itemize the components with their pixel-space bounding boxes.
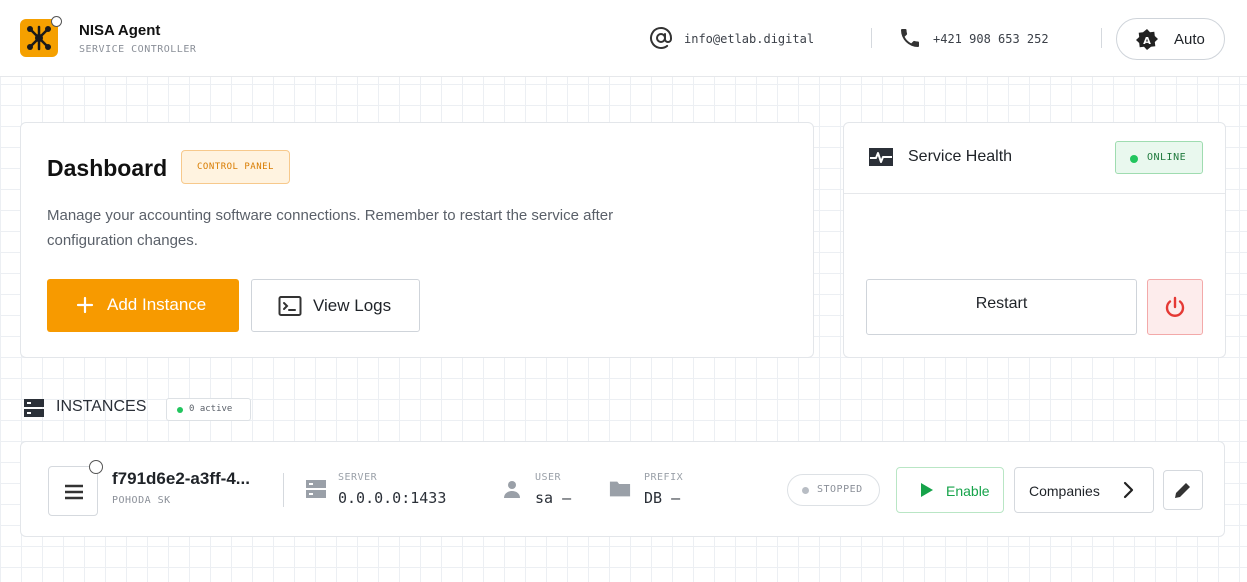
folder-icon [609, 481, 631, 497]
user-value: sa — [535, 489, 572, 507]
active-count-label: 0 active [189, 404, 233, 414]
online-status-label: ONLINE [1147, 152, 1187, 163]
dashboard-card: Dashboard CONTROL PANEL Manage your acco… [20, 122, 814, 358]
terminal-icon [278, 296, 302, 316]
row-divider [283, 473, 284, 507]
stopped-dot-icon [802, 487, 809, 494]
contact-email-link[interactable]: info@etlab.digital [684, 32, 814, 46]
play-icon [921, 483, 933, 497]
power-button[interactable] [1147, 279, 1203, 335]
instance-status-ring-icon [89, 460, 103, 474]
enable-label: Enable [946, 483, 990, 499]
instance-status-badge: STOPPED [787, 474, 880, 506]
instances-heading: INSTANCES [56, 398, 147, 415]
user-icon [504, 481, 520, 498]
prefix-value: DB — [644, 489, 681, 507]
server-label: SERVER [338, 472, 378, 483]
server-stack-icon [24, 399, 44, 417]
page-title: Dashboard [47, 155, 168, 181]
online-dot-icon [1130, 155, 1138, 163]
brand-name: NISA Agent [79, 22, 161, 39]
pencil-icon [1175, 481, 1192, 498]
theme-label: Auto [1174, 31, 1205, 48]
brand-subtitle: SERVICE CONTROLLER [79, 44, 197, 55]
active-count-badge: 0 active [166, 398, 251, 421]
server-icon [306, 480, 326, 498]
chevron-right-icon [1123, 481, 1134, 499]
app-header: NISA Agent SERVICE CONTROLLER info@etlab… [0, 0, 1247, 77]
instance-row: f791d6e2-a3ff-4... POHODA SK SERVER 0.0.… [20, 441, 1225, 537]
plus-icon [76, 296, 94, 314]
active-dot-icon [177, 407, 183, 413]
view-logs-label: View Logs [313, 296, 392, 315]
online-status-badge: ONLINE [1115, 141, 1203, 174]
header-divider [1101, 28, 1102, 48]
restart-button[interactable]: Restart [866, 279, 1137, 335]
at-sign-icon [650, 26, 672, 49]
enable-button[interactable]: Enable [896, 467, 1004, 513]
power-icon [1165, 296, 1185, 317]
dashboard-description: Manage your accounting software connecti… [47, 207, 614, 249]
instance-software: POHODA SK [112, 495, 171, 506]
instance-id: f791d6e2-a3ff-4... [112, 469, 250, 488]
restart-label: Restart [975, 295, 1028, 312]
instance-menu-button[interactable] [48, 466, 98, 516]
service-health-title: Service Health [908, 148, 1013, 165]
service-health-card: Service Health ONLINE Restart [843, 122, 1226, 358]
svg-text:A: A [1143, 36, 1151, 47]
status-ring-icon [51, 16, 62, 27]
companies-label: Companies [1029, 483, 1100, 499]
companies-button[interactable]: Companies [1014, 467, 1154, 513]
theme-toggle-button[interactable]: A Auto [1116, 18, 1225, 60]
phone-icon [901, 29, 919, 47]
instance-status-label: STOPPED [817, 484, 863, 495]
prefix-label: PREFIX [644, 472, 684, 483]
control-panel-badge: CONTROL PANEL [181, 150, 290, 184]
heartbeat-monitor-icon [869, 148, 893, 166]
service-health-header: Service Health ONLINE [844, 123, 1225, 194]
add-instance-label: Add Instance [107, 295, 207, 314]
header-divider [871, 28, 872, 48]
theme-auto-icon: A [1136, 29, 1158, 50]
view-logs-button[interactable]: View Logs [251, 279, 420, 332]
contact-phone-link[interactable]: +421 908 653 252 [933, 32, 1049, 46]
add-instance-button[interactable]: Add Instance [47, 279, 239, 332]
menu-icon [65, 484, 83, 500]
server-value: 0.0.0.0:1433 [338, 489, 447, 507]
user-label: USER [535, 472, 562, 483]
edit-instance-button[interactable] [1163, 470, 1203, 510]
